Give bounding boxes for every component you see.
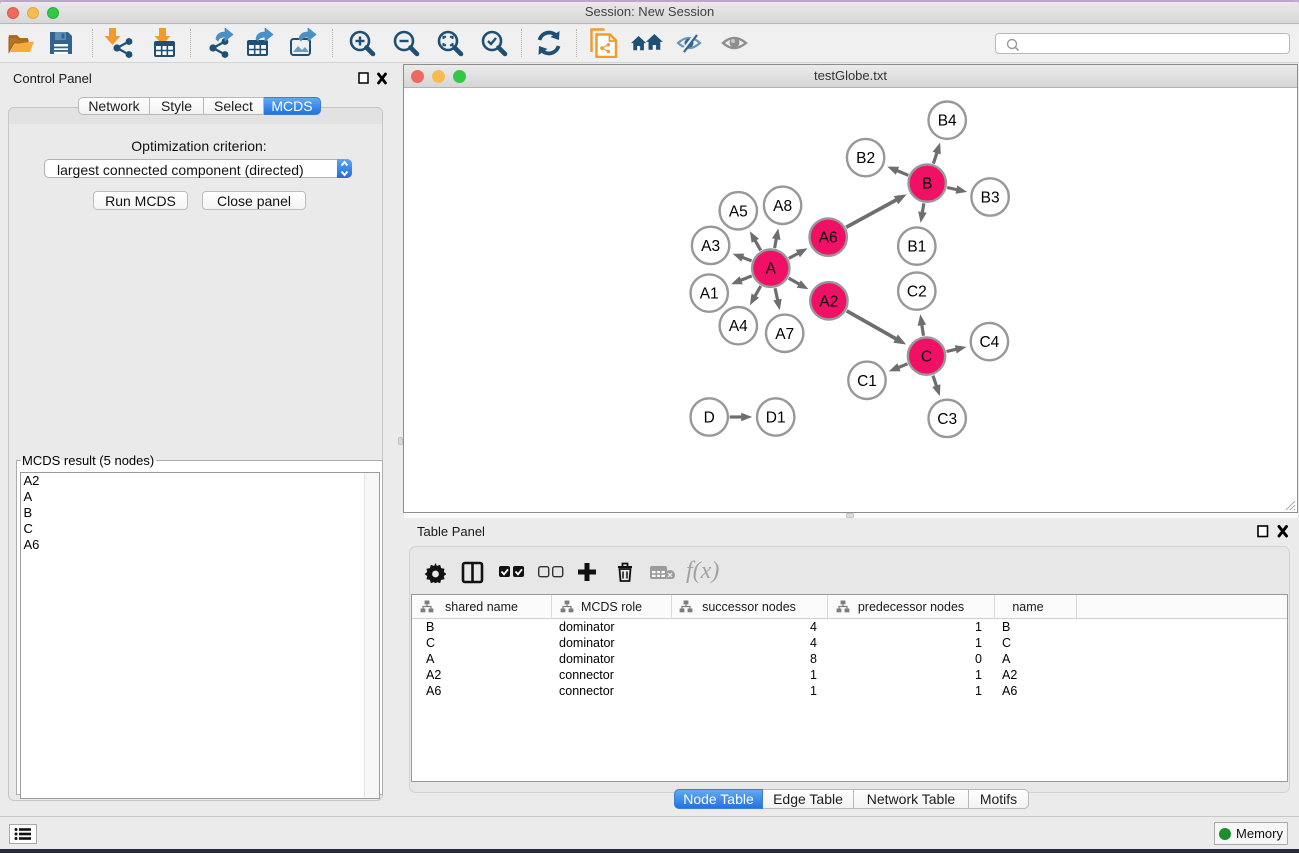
svg-text:A7: A7 (775, 326, 794, 343)
svg-text:A1: A1 (700, 286, 719, 303)
svg-text:C2: C2 (907, 284, 927, 301)
svg-text:A3: A3 (701, 238, 720, 255)
svg-text:C: C (921, 349, 932, 366)
svg-text:A: A (766, 261, 777, 278)
svg-text:C4: C4 (979, 334, 999, 351)
svg-text:B: B (922, 176, 932, 193)
svg-text:D: D (704, 410, 715, 427)
svg-text:C1: C1 (857, 373, 877, 390)
svg-text:D1: D1 (766, 410, 786, 427)
svg-text:A4: A4 (729, 318, 748, 335)
svg-text:B1: B1 (907, 239, 926, 256)
svg-text:A5: A5 (729, 203, 748, 220)
svg-text:B4: B4 (938, 113, 957, 130)
svg-text:A6: A6 (819, 230, 838, 247)
svg-text:A2: A2 (819, 293, 838, 310)
svg-text:C3: C3 (937, 411, 957, 428)
svg-text:B2: B2 (856, 150, 875, 167)
svg-text:A8: A8 (773, 198, 792, 215)
svg-text:B3: B3 (981, 190, 1000, 207)
